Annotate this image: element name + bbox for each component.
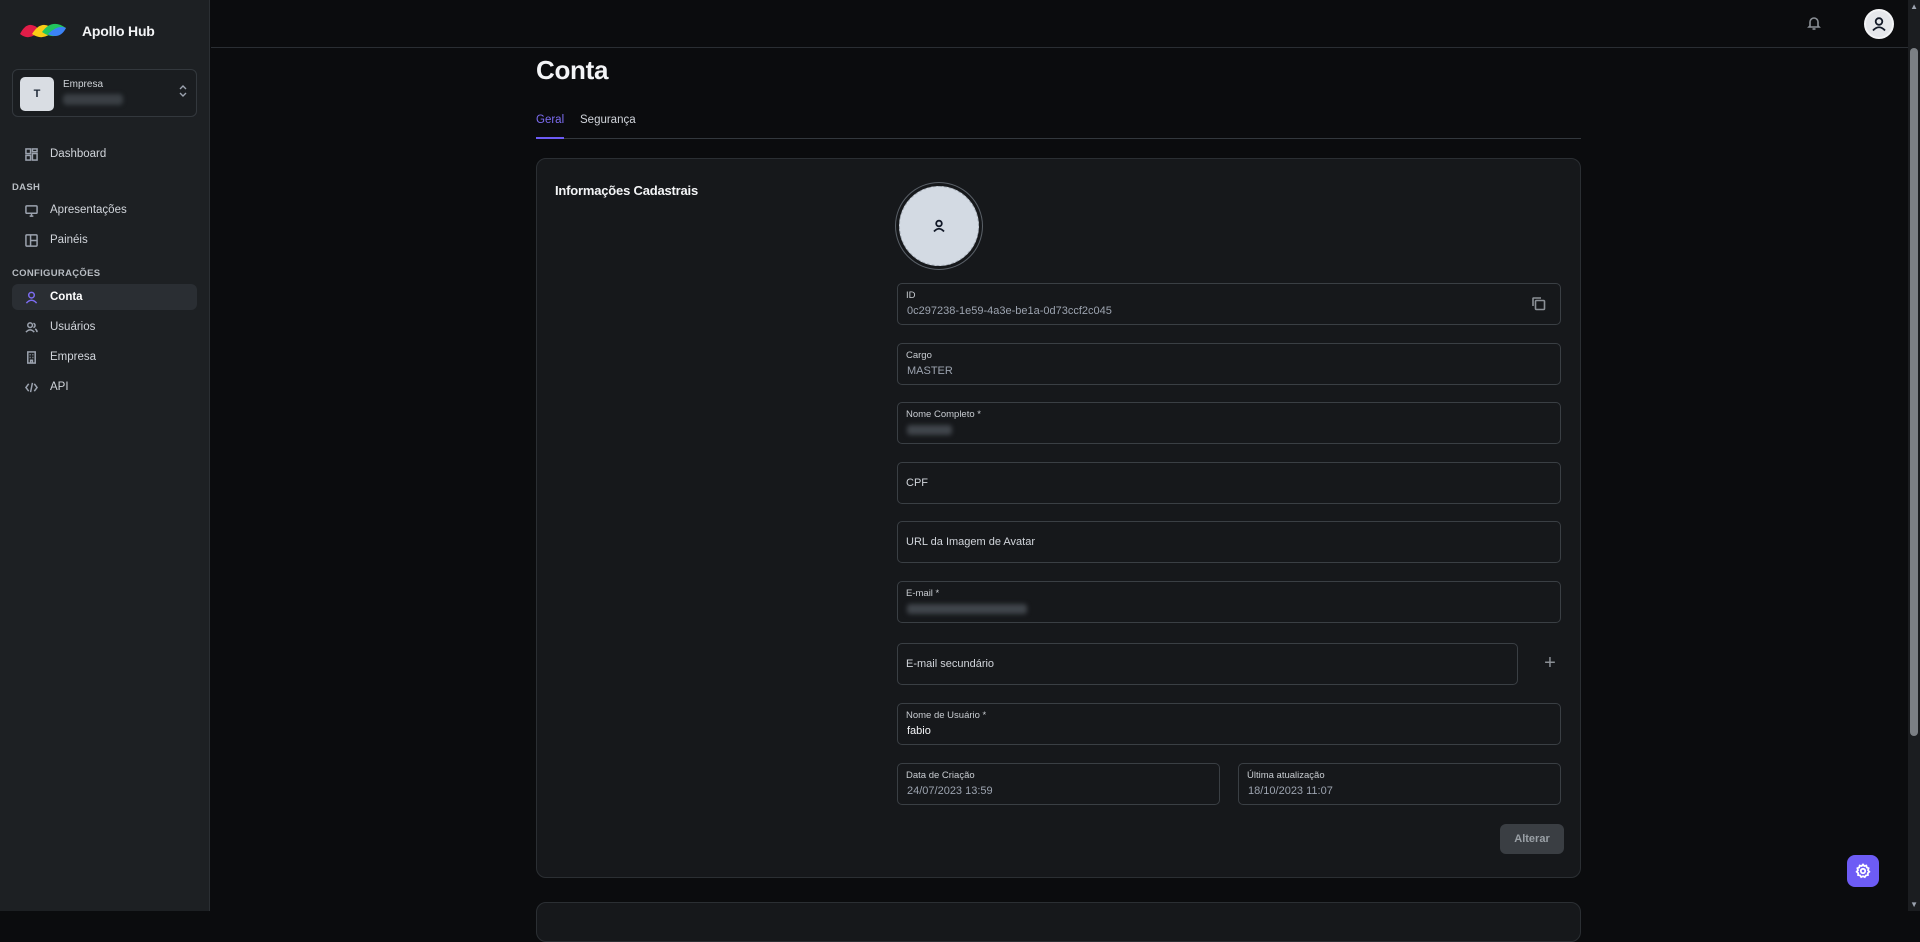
full-name-field[interactable]: Nome Completo * xyxy=(897,402,1561,444)
last-update-label: Última atualização xyxy=(1247,770,1325,781)
username-label: Nome de Usuário * xyxy=(906,710,987,721)
last-update-value: 18/10/2023 11:07 xyxy=(1248,785,1333,797)
apollo-logo-icon xyxy=(20,23,66,38)
company-avatar: T xyxy=(20,77,54,111)
full-name-label: Nome Completo * xyxy=(906,409,981,420)
registration-info-card: Informações Cadastrais ID 0c297238-1e59-… xyxy=(536,158,1581,878)
secondary-email-placeholder: E-mail secundário xyxy=(906,658,995,670)
sidebar-item-label: Dashboard xyxy=(50,148,107,160)
email-label: E-mail * xyxy=(906,588,940,599)
avatar-icon xyxy=(1872,17,1886,32)
sidebar-item-paineis[interactable]: Painéis xyxy=(12,227,197,253)
email-redacted xyxy=(907,604,1027,614)
id-label: ID xyxy=(906,290,916,301)
settings-floating-button[interactable] xyxy=(1847,855,1879,887)
sidebar-item-usuarios[interactable]: Usuários xyxy=(12,314,197,340)
creation-date-value: 24/07/2023 13:59 xyxy=(907,785,993,797)
company-name-redacted xyxy=(63,94,123,105)
copy-icon[interactable] xyxy=(1531,296,1546,316)
sidebar-item-label: Usuários xyxy=(50,321,96,333)
app-logo[interactable]: Apollo Hub xyxy=(18,20,155,42)
company-switcher[interactable]: T Empresa xyxy=(12,69,197,117)
avatar-url-placeholder: URL da Imagem de Avatar xyxy=(906,536,1036,548)
sidebar-item-api[interactable]: API xyxy=(12,374,197,400)
alterar-button[interactable]: Alterar xyxy=(1500,824,1564,854)
sidebar-item-empresa[interactable]: Empresa xyxy=(12,344,197,370)
secondary-email-field[interactable]: E-mail secundário xyxy=(897,643,1518,685)
cpf-placeholder: CPF xyxy=(906,477,928,489)
email-field[interactable]: E-mail * xyxy=(897,581,1561,623)
code-icon xyxy=(24,380,38,394)
add-secondary-email-plus-icon[interactable]: + xyxy=(1537,650,1563,676)
settings-icon xyxy=(1855,863,1871,879)
creation-date-field[interactable]: Data de Criação 24/07/2023 13:59 xyxy=(897,763,1220,805)
chevrons-updown-icon xyxy=(179,84,187,100)
sidebar-item-label: API xyxy=(50,381,69,393)
profile-avatar-upload[interactable] xyxy=(899,186,979,266)
id-field[interactable]: ID 0c297238-1e59-4a3e-be1a-0d73ccf2c045 xyxy=(897,283,1561,325)
sidebar: Apollo Hub T Empresa Dashboard DASH Apre… xyxy=(0,0,210,911)
tab-geral[interactable]: Geral xyxy=(536,114,565,139)
sidebar-item-apresentacoes[interactable]: Apresentações xyxy=(12,197,197,223)
sidebar-item-conta[interactable]: Conta xyxy=(12,284,197,310)
scroll-down-arrow-icon[interactable]: ▼ xyxy=(1910,900,1918,909)
sidebar-item-label: Empresa xyxy=(50,351,97,363)
cargo-label: Cargo xyxy=(906,350,932,361)
cargo-value: MASTER xyxy=(907,365,953,377)
page-title: Conta xyxy=(536,55,609,85)
account-tabs: Geral Segurança xyxy=(536,112,1581,139)
next-card xyxy=(536,902,1581,942)
cargo-field[interactable]: Cargo MASTER xyxy=(897,343,1561,385)
page-scrollbar[interactable]: ▲ ▼ xyxy=(1908,0,1920,911)
scroll-up-arrow-icon[interactable]: ▲ xyxy=(1910,2,1918,11)
sidebar-item-label: Painéis xyxy=(50,234,88,246)
monitor-icon xyxy=(24,203,38,217)
section-label-dash: DASH xyxy=(12,182,41,193)
app-title: Apollo Hub xyxy=(82,23,155,39)
sidebar-item-label: Apresentações xyxy=(50,204,127,216)
card-title: Informações Cadastrais xyxy=(555,183,698,198)
company-label: Empresa xyxy=(63,79,104,90)
section-label-configuracoes: CONFIGURAÇÕES xyxy=(12,268,101,279)
creation-date-label: Data de Criação xyxy=(906,770,975,781)
building-icon xyxy=(24,350,38,364)
user-icon xyxy=(933,219,945,233)
last-update-field[interactable]: Última atualização 18/10/2023 11:07 xyxy=(1238,763,1561,805)
user-icon xyxy=(24,290,38,304)
cpf-field[interactable]: CPF xyxy=(897,462,1561,504)
users-icon xyxy=(24,320,38,334)
username-value: fabio xyxy=(907,725,931,737)
scroll-thumb[interactable] xyxy=(1910,48,1918,736)
full-name-redacted xyxy=(907,425,952,435)
sidebar-item-dashboard[interactable]: Dashboard xyxy=(12,141,197,167)
sidebar-item-label: Conta xyxy=(50,291,83,303)
user-avatar-button[interactable] xyxy=(1864,9,1894,39)
bell-icon[interactable] xyxy=(1806,15,1822,36)
dashboard-icon xyxy=(24,147,38,161)
id-value: 0c297238-1e59-4a3e-be1a-0d73ccf2c045 xyxy=(907,305,1112,317)
top-bar xyxy=(211,0,1908,48)
username-field[interactable]: Nome de Usuário * fabio xyxy=(897,703,1561,745)
tab-seguranca[interactable]: Segurança xyxy=(580,114,636,139)
avatar-url-field[interactable]: URL da Imagem de Avatar xyxy=(897,521,1561,563)
layout-icon xyxy=(24,233,38,247)
